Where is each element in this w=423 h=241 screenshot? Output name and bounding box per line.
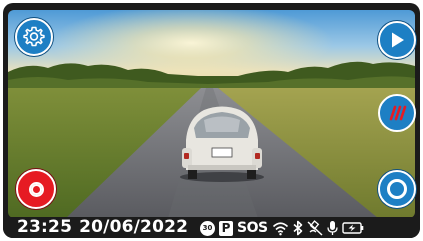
- ring-icon: [387, 179, 407, 199]
- play-icon: [392, 32, 404, 48]
- slashes-icon: [389, 105, 407, 121]
- datetime-readout: 23:25 20/06/2022: [17, 217, 188, 238]
- speed-limit-icon: 30: [200, 220, 215, 236]
- battery-charging-icon: [341, 222, 363, 234]
- camera-preview: [8, 10, 415, 218]
- record-button[interactable]: [16, 169, 56, 209]
- gear-icon: [23, 26, 45, 47]
- status-icons: 30 P SOS: [200, 219, 368, 237]
- clock-time: 23:25: [17, 217, 73, 237]
- bluetooth-icon: [293, 220, 302, 236]
- road-scene-image: [8, 10, 415, 218]
- satellite-off-icon: [307, 220, 323, 236]
- dashcam-screen: 23:25 20/06/2022 30 P SOS: [3, 3, 420, 238]
- playback-button[interactable]: [378, 21, 416, 59]
- wifi-icon: [272, 221, 288, 235]
- record-icon: [28, 181, 44, 197]
- parking-guard-button[interactable]: [378, 94, 416, 132]
- clock-date: 20/06/2022: [79, 217, 189, 237]
- parking-mode-icon: P: [219, 220, 233, 236]
- sos-icon: SOS: [237, 220, 268, 236]
- snapshot-button[interactable]: [378, 170, 416, 208]
- settings-button[interactable]: [15, 18, 53, 56]
- microphone-icon: [326, 221, 338, 235]
- status-bar: 23:25 20/06/2022 30 P SOS: [3, 217, 420, 238]
